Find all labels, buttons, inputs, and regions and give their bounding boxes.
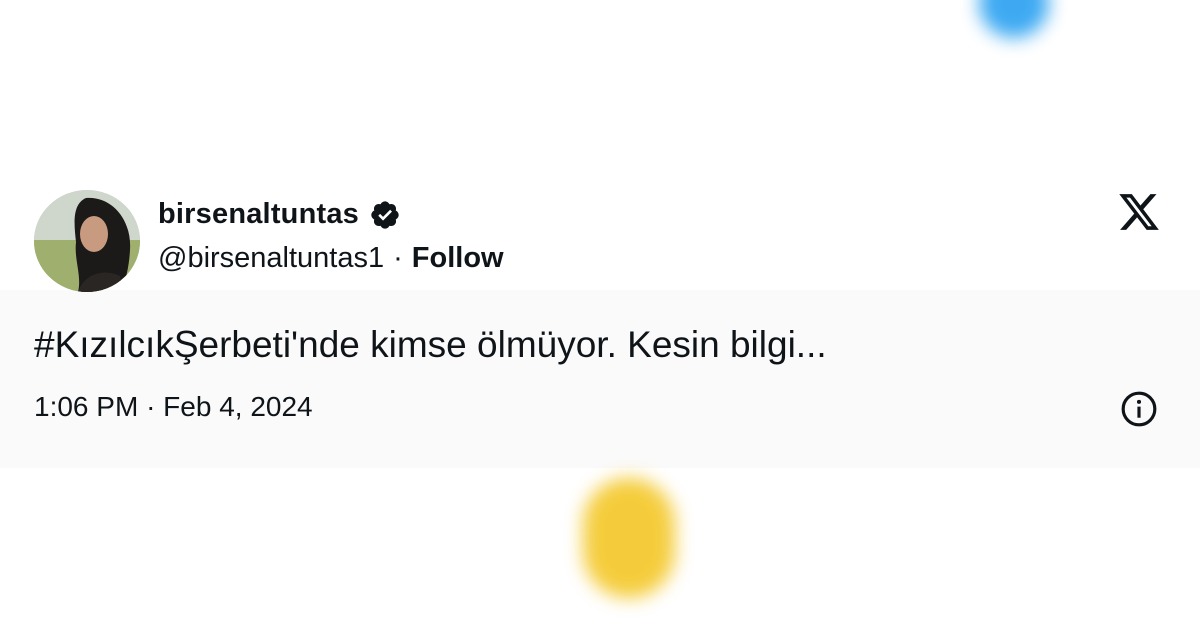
timestamp-separator: · (146, 391, 164, 422)
tweet-time: 1:06 PM (34, 391, 139, 422)
blurred-verified-icon (978, 0, 1049, 38)
follow-button[interactable]: Follow (412, 242, 504, 275)
separator-dot: · (393, 242, 403, 274)
screenshot-stage: birsenaltuntas @birsenaltuntas1 · Follow… (0, 0, 1200, 628)
tweet-date: Feb 4, 2024 (163, 391, 313, 422)
blurred-context-bottom (0, 478, 676, 598)
avatar-photo-icon (34, 190, 140, 292)
verified-badge-icon (371, 200, 399, 229)
avatar[interactable] (34, 190, 140, 292)
blurred-context-top (0, 0, 1049, 45)
author-handle-row: @birsenaltuntas1 · Follow (158, 242, 504, 275)
user-handle[interactable]: @birsenaltuntas1 (158, 242, 384, 275)
display-name[interactable]: birsenaltuntas (158, 198, 359, 231)
tweet-text: #KızılcıkŞerbeti'nde kimse ölmüyor. Kesi… (34, 324, 827, 365)
blurred-text (0, 489, 563, 588)
tweet-timestamp[interactable]: 1:06 PM · Feb 4, 2024 (34, 391, 313, 423)
author-name-row: birsenaltuntas (158, 198, 401, 231)
x-logo-icon[interactable] (1116, 190, 1162, 234)
blurred-text (0, 0, 957, 45)
info-icon[interactable] (1120, 390, 1158, 428)
blurred-emoji-icon (583, 478, 676, 598)
tweet-card[interactable]: birsenaltuntas @birsenaltuntas1 · Follow… (0, 170, 1200, 468)
tweet-body-background (0, 290, 1200, 468)
